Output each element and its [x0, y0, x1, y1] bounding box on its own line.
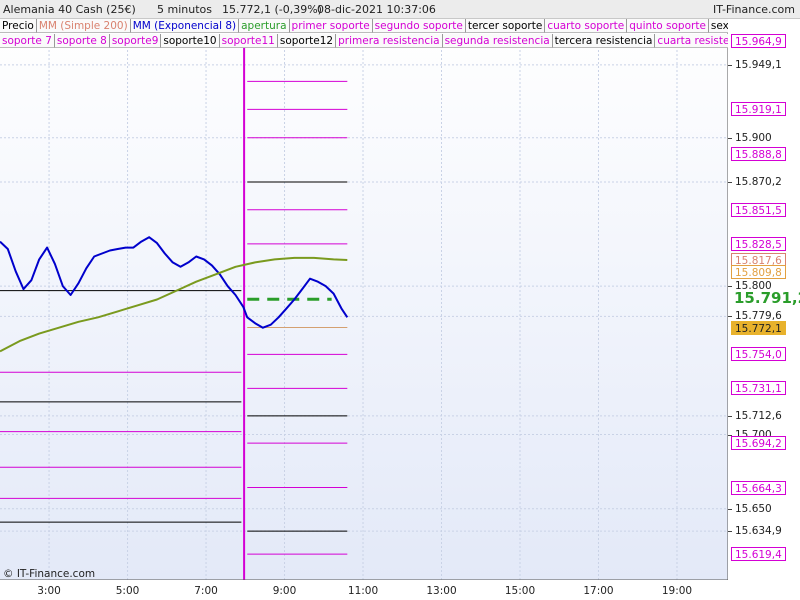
x-axis: 3:00 5:00 7:00 9:00 11:00 13:00 15:00 17:00 19:0…	[0, 580, 728, 600]
indicator-label-3[interactable]: apertura	[239, 19, 290, 33]
x-tick-label: 19:00	[661, 585, 693, 597]
indicator-label-2-0[interactable]: soporte 7	[0, 34, 55, 48]
y-tick-label: 15.634,9	[728, 525, 782, 538]
indicator-label-2-5[interactable]: soporte12	[277, 34, 337, 48]
indicator-label-9[interactable]: sexto soporte	[708, 19, 728, 33]
y-tick-label: 15.900	[728, 131, 772, 144]
level-badge: 15.754,0	[731, 347, 786, 362]
y-tick-label: 15.949,1	[728, 58, 782, 71]
indicator-label-2-1[interactable]: soporte 8	[54, 34, 110, 48]
indicator-label-5[interactable]: segundo soporte	[372, 19, 466, 33]
indicator-label-7[interactable]: cuarto soporte	[545, 19, 628, 33]
indicator-label-2-6[interactable]: primera resistencia	[336, 34, 443, 48]
level-badge: 15.664,3	[731, 480, 786, 495]
x-tick-label: 11:00	[347, 585, 379, 597]
indicator-row-1: Precio MM (Simple 200) MM (Exponencial 8) a…	[0, 19, 728, 34]
indicator-label-2-9[interactable]: cuarta resistencia	[655, 34, 728, 48]
x-tick-label: 15:00	[504, 585, 536, 597]
level-badge: 15.919,1	[731, 102, 786, 117]
level-badge: 15.964,9	[731, 34, 786, 49]
indicator-label-2-7[interactable]: segunda resistencia	[442, 34, 553, 48]
copyright-label: © IT-Finance.com	[3, 568, 96, 580]
indicator-label-2-4[interactable]: soporte11	[219, 34, 278, 48]
level-badge: 15.731,1	[731, 381, 786, 396]
x-tick-label: 7:00	[194, 585, 218, 597]
indicator-label-1[interactable]: MM (Simple 200)	[36, 19, 131, 33]
plot-background	[0, 19, 728, 580]
x-tick-label: 9:00	[272, 585, 297, 597]
y-tick-label: 15.870,2	[728, 175, 782, 188]
indicator-label-4[interactable]: primer soporte	[289, 19, 373, 33]
last-price-badge: 15.772,1	[731, 320, 786, 335]
level-badge: 15.828,5	[731, 236, 786, 251]
y-tick-label: 15.712,6	[728, 409, 782, 422]
indicator-legend: Precio MM (Simple 200) MM (Exponencial 8) a…	[0, 19, 728, 50]
level-badge: 15.619,4	[731, 547, 786, 562]
current-value-badge: 15.791,2	[731, 289, 800, 310]
x-tick-label: 17:00	[583, 585, 614, 597]
level-badge: 15.809,8	[731, 264, 786, 279]
x-tick-label: 5:00	[115, 585, 140, 597]
level-badge: 15.694,2	[731, 436, 786, 451]
level-badge: 15.851,5	[731, 202, 786, 217]
indicator-label-6[interactable]: tercer soporte	[465, 19, 546, 33]
x-tick-label: 3:00	[37, 585, 61, 597]
indicator-label-2-3[interactable]: soporte10	[161, 34, 220, 48]
indicator-label-2[interactable]: MM (Exponencial 8)	[130, 19, 240, 33]
indicator-label-2-2[interactable]: soporte9	[109, 34, 162, 48]
y-tick-label: 15.650	[728, 502, 772, 515]
indicator-row-2: soporte 7 soporte 8 soporte9 soporte10 sopor…	[0, 34, 728, 49]
price-chart[interactable]	[0, 0, 800, 600]
indicator-label-2-8[interactable]: tercera resistencia	[552, 34, 656, 48]
indicator-label-0[interactable]: Precio	[0, 19, 37, 33]
indicator-label-8[interactable]: quinto soporte	[627, 19, 709, 33]
level-badge: 15.888,8	[731, 147, 786, 162]
x-tick-label: 13:00	[426, 585, 457, 597]
